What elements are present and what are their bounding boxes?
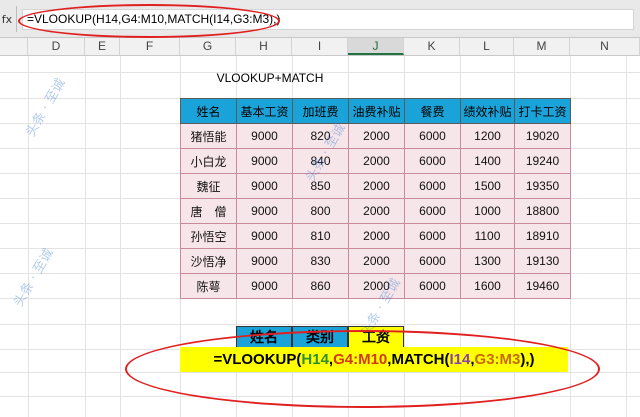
table-cell[interactable]: 1100	[460, 223, 515, 249]
column-header-e[interactable]: E	[85, 38, 120, 55]
table-cell[interactable]: 6000	[404, 148, 461, 174]
salary-table: 姓名 基本工资 加班费 油费补贴 餐费 绩效补贴 打卡工资 猪悟能 9000 8…	[180, 98, 571, 299]
table-header-cell[interactable]: 绩效补贴	[460, 98, 515, 124]
grid-line	[120, 56, 121, 417]
table-cell[interactable]: 魏征	[180, 173, 237, 199]
table-header-cell[interactable]: 打卡工资	[514, 98, 571, 124]
table-cell[interactable]: 9000	[236, 198, 293, 224]
grid-line	[0, 324, 640, 325]
table-row: 沙悟净 9000 830 2000 6000 1300 19130	[180, 248, 571, 274]
column-header-m[interactable]: M	[514, 38, 570, 55]
column-header-j[interactable]: J	[348, 38, 404, 55]
annotation-ellipse	[18, 4, 280, 38]
table-cell[interactable]: 9000	[236, 223, 293, 249]
table-cell[interactable]: 860	[292, 273, 349, 299]
annotation-ellipse	[125, 330, 600, 408]
table-cell[interactable]: 18910	[514, 223, 571, 249]
column-header-k[interactable]: K	[404, 38, 460, 55]
column-header-i[interactable]: I	[292, 38, 348, 55]
grid-line	[626, 56, 627, 417]
table-row: 孙悟空 9000 810 2000 6000 1100 18910	[180, 223, 571, 249]
table-cell[interactable]: 1300	[460, 248, 515, 274]
column-header-f[interactable]: F	[120, 38, 180, 55]
table-header-cell[interactable]: 餐费	[404, 98, 461, 124]
fx-icon[interactable]: fx	[0, 12, 14, 28]
table-cell[interactable]: 唐 僧	[180, 198, 237, 224]
table-cell[interactable]: 9000	[236, 273, 293, 299]
table-header-cell[interactable]: 加班费	[292, 98, 349, 124]
table-row: 唐 僧 9000 800 2000 6000 1000 18800	[180, 198, 571, 224]
table-cell[interactable]: 1000	[460, 198, 515, 224]
table-cell[interactable]: 6000	[404, 223, 461, 249]
table-cell[interactable]: 猪悟能	[180, 123, 237, 149]
grid-line	[85, 56, 86, 417]
table-header-row: 姓名 基本工资 加班费 油费补贴 餐费 绩效补贴 打卡工资	[180, 98, 571, 124]
table-cell[interactable]: 6000	[404, 123, 461, 149]
table-cell[interactable]: 800	[292, 198, 349, 224]
table-cell[interactable]: 2000	[348, 148, 405, 174]
table-cell[interactable]: 9000	[236, 123, 293, 149]
table-cell[interactable]: 19240	[514, 148, 571, 174]
table-cell[interactable]: 9000	[236, 173, 293, 199]
table-cell[interactable]: 6000	[404, 198, 461, 224]
table-cell[interactable]: 1500	[460, 173, 515, 199]
table-cell[interactable]: 沙悟净	[180, 248, 237, 274]
table-header-cell[interactable]: 姓名	[180, 98, 237, 124]
table-cell[interactable]: 810	[292, 223, 349, 249]
table-row: 猪悟能 9000 820 2000 6000 1200 19020	[180, 123, 571, 149]
column-headers: D E F G H I J K L M N	[0, 38, 640, 56]
table-cell[interactable]: 2000	[348, 198, 405, 224]
table-cell[interactable]: 6000	[404, 173, 461, 199]
table-cell[interactable]: 小白龙	[180, 148, 237, 174]
table-header-cell[interactable]: 油费补贴	[348, 98, 405, 124]
grid-line	[28, 56, 29, 417]
formula-bar-divider	[16, 6, 17, 32]
table-cell[interactable]: 孙悟空	[180, 223, 237, 249]
sheet-title[interactable]: VLOOKUP+MATCH	[215, 68, 325, 88]
table-cell[interactable]: 2000	[348, 223, 405, 249]
table-cell[interactable]: 830	[292, 248, 349, 274]
table-cell[interactable]: 1600	[460, 273, 515, 299]
column-header-g[interactable]: G	[180, 38, 236, 55]
table-cell[interactable]: 6000	[404, 273, 461, 299]
table-cell[interactable]: 19350	[514, 173, 571, 199]
table-cell[interactable]: 2000	[348, 248, 405, 274]
table-cell[interactable]: 9000	[236, 148, 293, 174]
row-header-corner[interactable]	[0, 38, 28, 55]
table-cell[interactable]: 2000	[348, 173, 405, 199]
table-cell[interactable]: 19130	[514, 248, 571, 274]
table-cell[interactable]: 陈萼	[180, 273, 237, 299]
table-cell[interactable]: 1200	[460, 123, 515, 149]
table-cell[interactable]: 6000	[404, 248, 461, 274]
table-cell[interactable]: 18800	[514, 198, 571, 224]
column-header-d[interactable]: D	[28, 38, 85, 55]
table-cell[interactable]: 19460	[514, 273, 571, 299]
table-header-cell[interactable]: 基本工资	[236, 98, 293, 124]
table-row: 魏征 9000 850 2000 6000 1500 19350	[180, 173, 571, 199]
column-header-l[interactable]: L	[460, 38, 514, 55]
table-cell[interactable]: 19020	[514, 123, 571, 149]
table-cell[interactable]: 1400	[460, 148, 515, 174]
table-cell[interactable]: 2000	[348, 123, 405, 149]
column-header-h[interactable]: H	[236, 38, 292, 55]
table-row: 小白龙 9000 840 2000 6000 1400 19240	[180, 148, 571, 174]
column-header-n[interactable]: N	[570, 38, 640, 55]
table-cell[interactable]: 9000	[236, 248, 293, 274]
